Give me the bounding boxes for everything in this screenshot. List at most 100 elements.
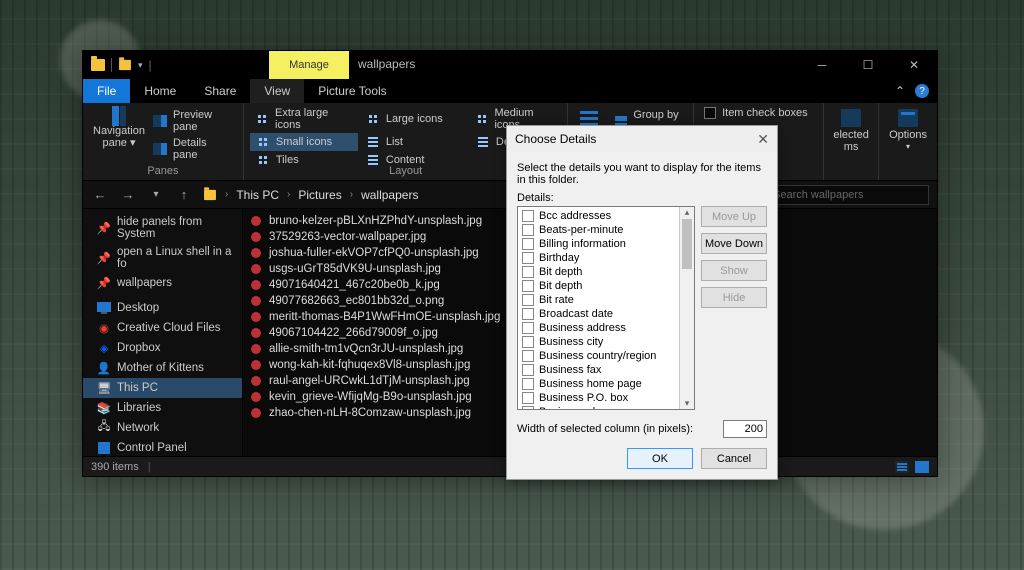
tab-manage[interactable]: Manage (269, 51, 349, 79)
options-button[interactable]: Options▾ (885, 105, 931, 168)
image-icon (251, 344, 261, 354)
details-item[interactable]: Bit depth (520, 279, 677, 293)
folder-icon (91, 59, 105, 71)
qat-icon[interactable] (119, 60, 131, 70)
menu-picture-tools[interactable]: Picture Tools (304, 79, 400, 103)
dialog-close-button[interactable]: ✕ (757, 131, 769, 148)
image-icon (251, 296, 261, 306)
details-item[interactable]: Bcc addresses (520, 209, 677, 223)
checkbox[interactable] (522, 294, 534, 306)
crumb-thispc[interactable]: This PC (236, 188, 279, 202)
nav-desktop[interactable]: Desktop (83, 293, 242, 318)
nav-item[interactable]: 📚Libraries (83, 398, 242, 418)
menu-view[interactable]: View (250, 79, 304, 103)
control-panel-icon (97, 441, 111, 455)
nav-item[interactable]: Control Panel (83, 438, 242, 456)
image-icon (251, 264, 261, 274)
checkbox[interactable] (522, 238, 534, 250)
view-thumbs-icon[interactable] (915, 461, 929, 473)
details-item[interactable]: Business fax (520, 363, 677, 377)
details-item[interactable]: Business country/region (520, 349, 677, 363)
quick-item[interactable]: 📌wallpapers (83, 273, 242, 293)
checkbox[interactable] (522, 364, 534, 376)
qat-dropdown-icon[interactable]: ▾ (138, 60, 143, 71)
menubar: File Home Share View Picture Tools ⌃ ? (83, 79, 937, 103)
move-down-button[interactable]: Move Down (701, 233, 767, 254)
ok-button[interactable]: OK (627, 448, 693, 469)
quick-item[interactable]: 📌open a Linux shell in a fo (83, 243, 242, 273)
checkbox[interactable] (522, 210, 534, 222)
menu-file[interactable]: File (83, 79, 130, 103)
details-item[interactable]: Billing information (520, 237, 677, 251)
menu-home[interactable]: Home (130, 79, 190, 103)
view-details-icon[interactable] (895, 461, 909, 473)
layout-sm-icons[interactable]: Small icons (250, 133, 358, 151)
nav-item[interactable]: 🖧Network (83, 418, 242, 438)
details-item[interactable]: Business phone (520, 405, 677, 409)
options-icon (898, 109, 918, 127)
checkbox[interactable] (522, 224, 534, 236)
preview-pane-toggle[interactable]: Preview pane (149, 107, 237, 135)
hide-selected-button[interactable]: elected ms (830, 105, 872, 180)
width-input[interactable] (723, 420, 767, 438)
dialog-title: Choose Details (515, 132, 596, 146)
show-button[interactable]: Show (701, 260, 767, 281)
nav-item-thispc[interactable]: 🖥This PC (83, 378, 242, 398)
details-pane-icon (153, 142, 167, 156)
nav-item[interactable]: ◈Dropbox (83, 338, 242, 358)
crumb-pictures[interactable]: Pictures (298, 188, 341, 202)
checkbox[interactable] (522, 252, 534, 264)
checkbox[interactable] (522, 406, 534, 409)
history-dropdown[interactable]: ▾ (147, 189, 165, 200)
help-icon[interactable]: ? (915, 84, 929, 98)
layout-list[interactable]: List (360, 133, 468, 151)
details-item[interactable]: Broadcast date (520, 307, 677, 321)
details-item[interactable]: Business P.O. box (520, 391, 677, 405)
checkbox[interactable] (522, 350, 534, 362)
hide-button[interactable]: Hide (701, 287, 767, 308)
checkbox[interactable] (522, 308, 534, 320)
image-icon (251, 376, 261, 386)
image-icon (251, 360, 261, 370)
image-icon (251, 216, 261, 226)
layout-xl-icons[interactable]: Extra large icons (250, 105, 358, 133)
details-item[interactable]: Business address (520, 321, 677, 335)
close-button[interactable]: ✕ (891, 51, 937, 79)
image-icon (251, 248, 261, 258)
forward-button[interactable]: → (119, 187, 137, 202)
item-checkboxes-toggle[interactable]: Item check boxes (700, 105, 817, 121)
minimize-button[interactable]: ─ (799, 51, 845, 79)
details-item[interactable]: Bit rate (520, 293, 677, 307)
nav-item[interactable]: ◉Creative Cloud Files (83, 318, 242, 338)
details-label: Details: (507, 192, 777, 206)
move-up-button[interactable]: Move Up (701, 206, 767, 227)
checkbox[interactable] (522, 280, 534, 292)
checkbox[interactable] (522, 322, 534, 334)
crumb-wallpapers[interactable]: wallpapers (361, 188, 418, 202)
checkbox[interactable] (522, 378, 534, 390)
collapse-ribbon-icon[interactable]: ⌃ (895, 84, 905, 98)
navigation-tree: 📌hide panels from System 📌open a Linux s… (83, 209, 243, 456)
choose-details-dialog: Choose Details ✕ Select the details you … (506, 125, 778, 480)
scrollbar[interactable] (679, 207, 694, 409)
up-button[interactable]: ↑ (175, 187, 193, 202)
menu-share[interactable]: Share (190, 79, 250, 103)
scrollbar-thumb[interactable] (682, 219, 692, 269)
layout-lg-icons[interactable]: Large icons (360, 105, 468, 133)
checkbox[interactable] (522, 266, 534, 278)
nav-item[interactable]: 👤Mother of Kittens (83, 358, 242, 378)
maximize-button[interactable]: ☐ (845, 51, 891, 79)
cancel-button[interactable]: Cancel (701, 448, 767, 469)
quick-item[interactable]: 📌hide panels from System (83, 213, 242, 243)
image-icon (251, 328, 261, 338)
details-item[interactable]: Business home page (520, 377, 677, 391)
details-pane-toggle[interactable]: Details pane (149, 135, 237, 163)
checkbox[interactable] (522, 392, 534, 404)
details-item[interactable]: Bit depth (520, 265, 677, 279)
checkbox[interactable] (522, 336, 534, 348)
details-item[interactable]: Birthday (520, 251, 677, 265)
details-item[interactable]: Beats-per-minute (520, 223, 677, 237)
details-item[interactable]: Business city (520, 335, 677, 349)
details-listbox[interactable]: Bcc addressesBeats-per-minuteBilling inf… (517, 206, 695, 410)
back-button[interactable]: ← (91, 187, 109, 202)
